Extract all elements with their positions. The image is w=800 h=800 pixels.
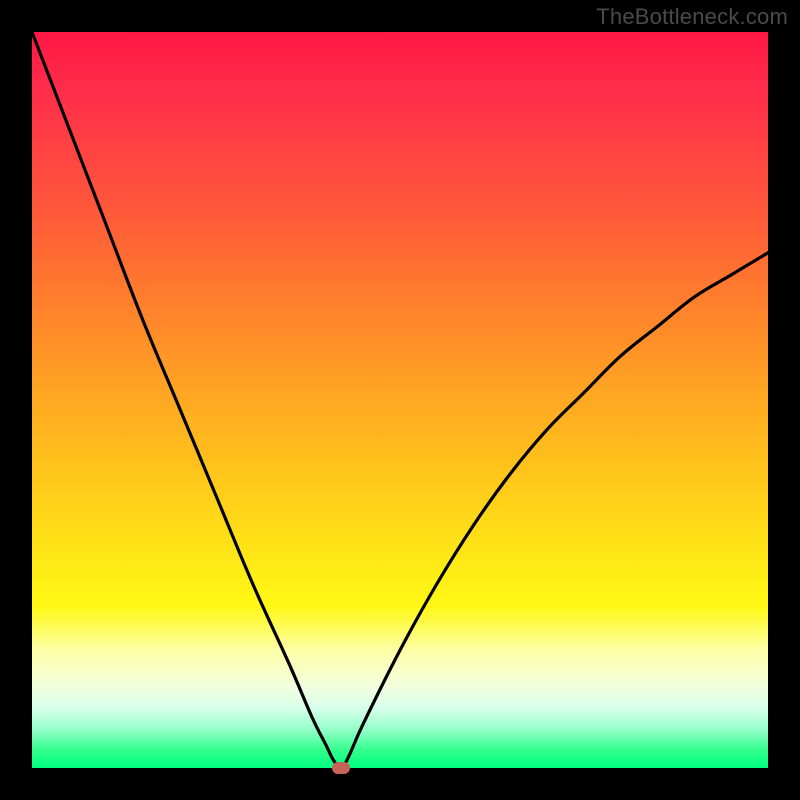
watermark-text: TheBottleneck.com: [596, 4, 788, 30]
optimal-point-marker: [332, 762, 350, 774]
bottleneck-curve: [32, 32, 768, 768]
chart-plot-area: [32, 32, 768, 768]
